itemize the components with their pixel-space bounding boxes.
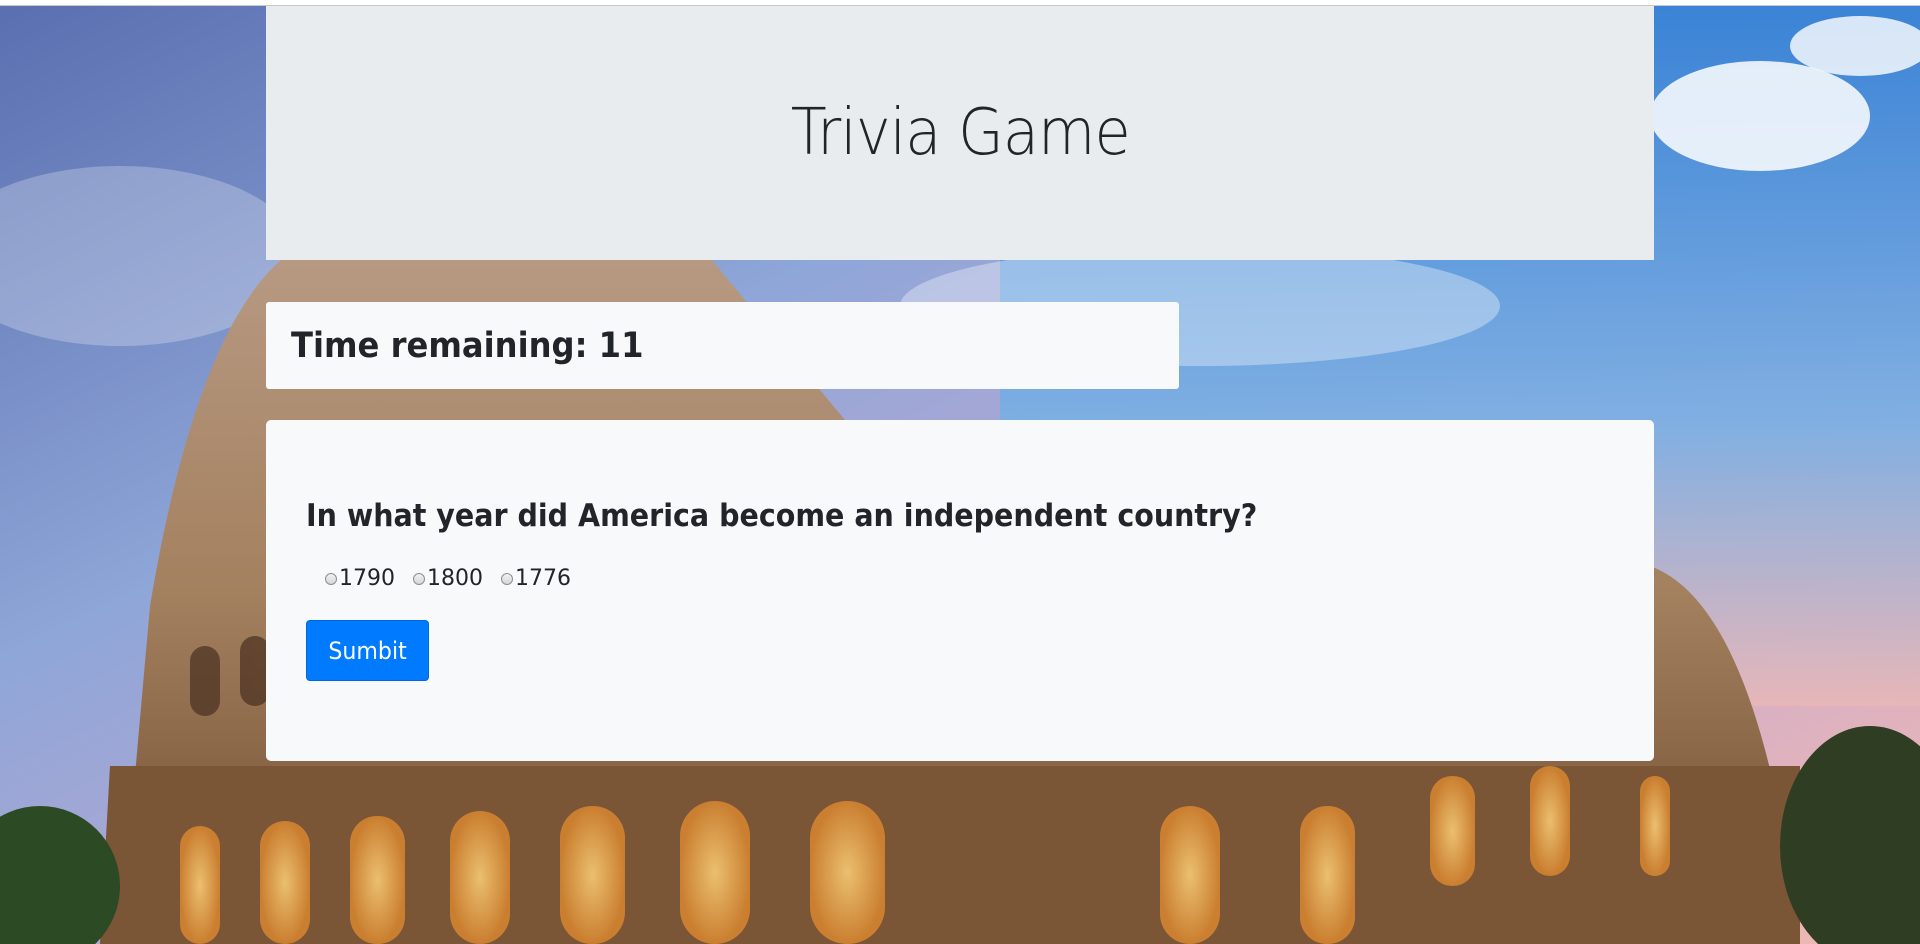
browser-edge <box>0 0 1920 6</box>
timer-panel: Time remaining: 11 <box>266 302 1179 389</box>
radio-button[interactable] <box>413 572 425 585</box>
answer-options: 1790 1800 1776 <box>325 566 589 591</box>
page-title: Trivia Game <box>790 96 1130 170</box>
answer-option-1[interactable]: 1790 <box>325 566 395 591</box>
answer-option-2[interactable]: 1800 <box>413 566 483 591</box>
page: Trivia Game Time remaining: 11 In what y… <box>0 0 1920 944</box>
answer-label: 1776 <box>515 566 571 591</box>
radio-button[interactable] <box>501 572 513 585</box>
submit-label: Sumbit <box>328 636 407 665</box>
submit-button[interactable]: Sumbit <box>306 620 429 681</box>
answer-option-3[interactable]: 1776 <box>501 566 571 591</box>
header-jumbotron: Trivia Game <box>266 6 1654 260</box>
answer-label: 1800 <box>427 566 483 591</box>
timer-label: Time remaining: 11 <box>291 325 644 366</box>
answer-label: 1790 <box>339 566 395 591</box>
question-text: In what year did America become an indep… <box>306 498 1258 534</box>
radio-button[interactable] <box>325 572 337 585</box>
question-card: In what year did America become an indep… <box>266 420 1654 761</box>
